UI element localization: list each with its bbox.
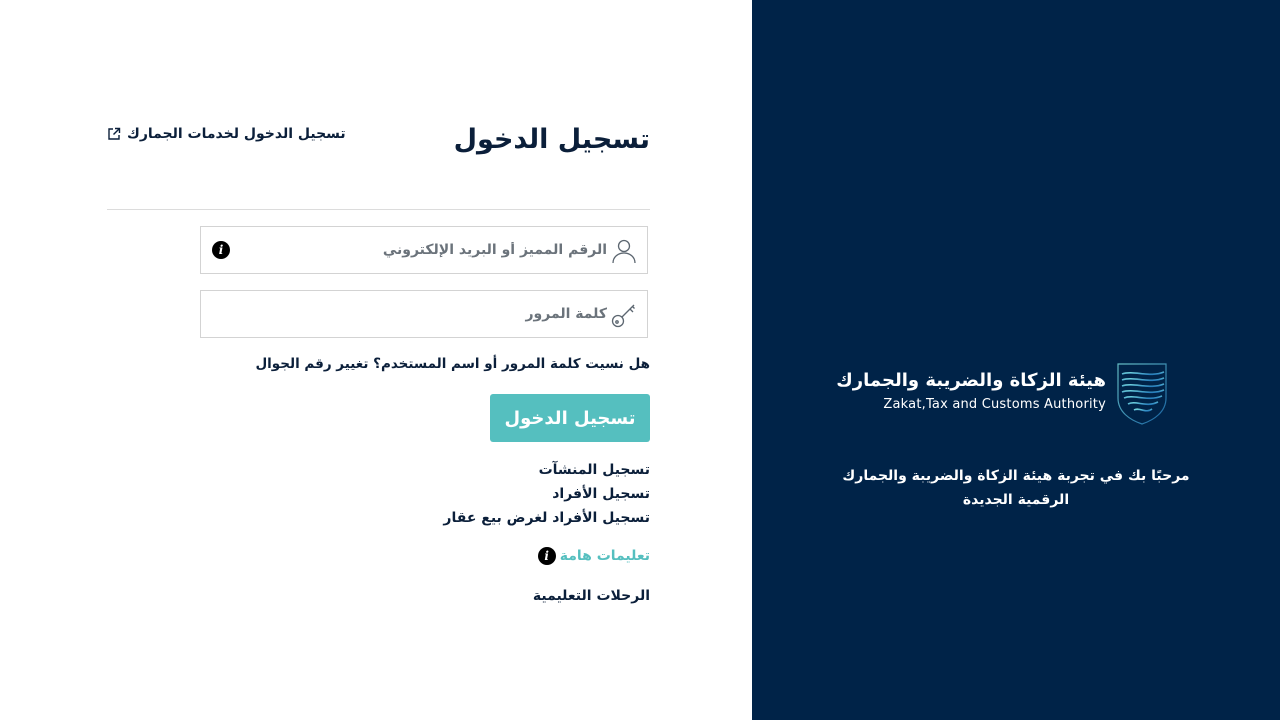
- forgot-row: هل نسيت كلمة المرور أو اسم المستخدم؟ تغي…: [255, 356, 650, 372]
- external-link-icon: [107, 127, 121, 141]
- title-divider: [107, 209, 650, 210]
- forgot-credentials-link[interactable]: هل نسيت كلمة المرور أو اسم المستخدم؟: [373, 356, 650, 372]
- change-mobile-link[interactable]: تغيير رقم الجوال: [255, 356, 368, 372]
- zatca-logo: هيئة الزكاة والضريبة والجمارك Zakat,Tax …: [836, 360, 1170, 430]
- user-icon: [610, 237, 638, 265]
- info-icon: i: [537, 547, 556, 565]
- customs-login-label: تسجيل الدخول لخدمات الجمارك: [127, 126, 346, 142]
- login-button[interactable]: تسجيل الدخول: [490, 394, 650, 442]
- brand-name-en: Zakat,Tax and Customs Authority: [883, 397, 1106, 412]
- brand-name-ar: هيئة الزكاة والضريبة والجمارك: [836, 370, 1106, 391]
- key-icon: [610, 301, 638, 329]
- learning-journeys-link[interactable]: الرحلات التعليمية: [533, 588, 650, 604]
- register-establishments-link[interactable]: تسجيل المنشآت: [443, 458, 650, 482]
- welcome-message: مرحبًا بك في تجربة هيئة الزكاة والضريبة …: [842, 468, 1190, 508]
- info-icon[interactable]: i: [212, 241, 230, 259]
- login-panel: تسجيل الدخول تسجيل الدخول لخدمات الجمارك…: [0, 0, 752, 720]
- brand-panel: هيئة الزكاة والضريبة والجمارك Zakat,Tax …: [752, 0, 1280, 720]
- register-individuals-link[interactable]: تسجيل الأفراد: [443, 482, 650, 506]
- customs-login-link[interactable]: تسجيل الدخول لخدمات الجمارك: [107, 126, 346, 142]
- register-real-estate-link[interactable]: تسجيل الأفراد لغرض بيع عقار: [443, 506, 650, 530]
- page-title: تسجيل الدخول: [453, 124, 650, 155]
- registration-links: تسجيل المنشآت تسجيل الأفراد تسجيل الأفرا…: [443, 458, 650, 530]
- important-instructions-label: تعليمات هامة: [559, 548, 650, 564]
- username-field[interactable]: i: [200, 226, 648, 274]
- password-input[interactable]: [247, 291, 607, 337]
- zatca-emblem-icon: [1114, 360, 1170, 426]
- important-instructions-link[interactable]: تعليمات هامة i: [537, 547, 650, 565]
- password-field[interactable]: [200, 290, 648, 338]
- username-input[interactable]: [247, 227, 607, 273]
